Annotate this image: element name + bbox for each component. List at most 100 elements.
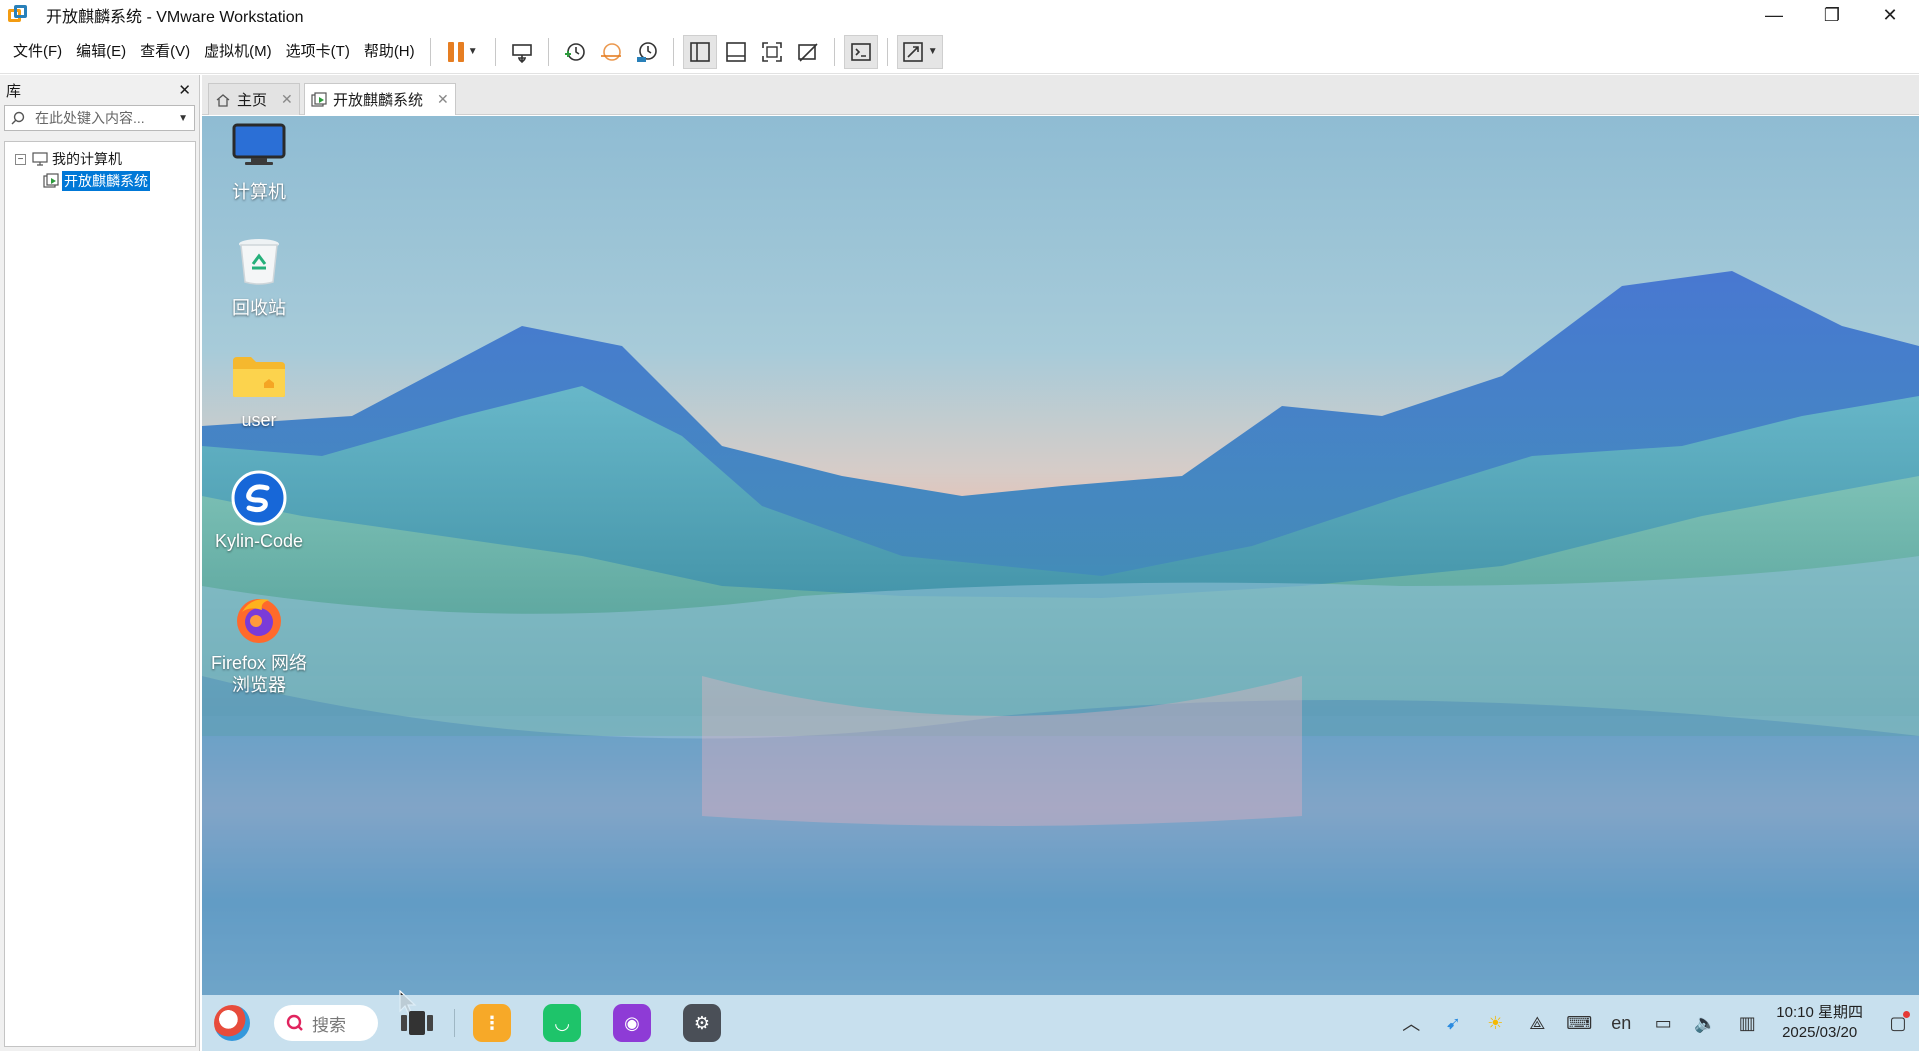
tab-close-button[interactable]: ✕ — [281, 91, 293, 108]
library-close-button[interactable]: ✕ — [178, 81, 191, 99]
revert-snapshot-icon — [600, 42, 621, 61]
taskbar-app-camera[interactable]: ◉ — [613, 1004, 651, 1042]
tab-label: 开放麒麟系统 — [333, 92, 424, 109]
chevron-down-icon: ▼ — [927, 46, 938, 57]
tab-home[interactable]: 主页 ✕ — [208, 83, 300, 115]
show-library-button[interactable] — [682, 34, 717, 69]
send-ctrl-alt-del-button[interactable] — [505, 35, 539, 69]
start-menu-button[interactable] — [214, 1005, 250, 1041]
toolbar-separator — [429, 37, 431, 66]
chevron-down-icon[interactable]: ▼ — [178, 113, 188, 124]
taskbar-app-settings[interactable]: ⚙ — [683, 1004, 721, 1042]
desktop-icon-firefox[interactable]: Firefox 网络浏览器 — [204, 590, 314, 696]
unity-mode-button[interactable] — [791, 35, 825, 69]
window-controls: — ❐ ✕ — [1745, 0, 1919, 30]
snapshot-manager-icon — [636, 41, 657, 62]
tab-strip: 主页 ✕ 开放麒麟系统 ✕ — [202, 75, 1919, 115]
tray-expand-icon[interactable]: ︿ — [1390, 1010, 1432, 1036]
desktop-icon-trash[interactable]: 回收站 — [204, 232, 314, 320]
system-tray: ︿ ➹ ☀ ⟁ ⌨ en ▭ 🔈 ▥ 10:10 星期四 2025/03/20 … — [1390, 995, 1919, 1051]
toolbar-separator — [547, 37, 549, 66]
file-manager-icon: ⋮ — [483, 1012, 501, 1033]
search-icon — [11, 111, 25, 125]
menu-help[interactable]: 帮助(H) — [357, 30, 422, 74]
console-view-button[interactable] — [843, 34, 878, 69]
taskbar-clock[interactable]: 10:10 星期四 2025/03/20 — [1776, 1003, 1863, 1043]
taskbar-app-file-manager[interactable]: ⋮ — [473, 1004, 511, 1042]
menu-file[interactable]: 文件(F) — [6, 30, 69, 74]
close-button[interactable]: ✕ — [1861, 0, 1919, 30]
menu-tabs[interactable]: 选项卡(T) — [279, 30, 357, 74]
stretch-guest-button[interactable]: ▼ — [896, 34, 943, 69]
thumbnail-layout-icon — [725, 41, 746, 62]
trash-icon — [228, 232, 290, 290]
title-bar: 开放麒麟系统 - VMware Workstation — ❐ ✕ — [0, 0, 1919, 30]
snapshot-icon — [564, 42, 585, 61]
folder-icon — [228, 348, 290, 406]
desktop-icon-computer[interactable]: 计算机 — [204, 116, 314, 204]
unity-icon — [797, 42, 818, 62]
tray-network-icon[interactable]: ▭ — [1642, 1013, 1684, 1034]
desktop-icon-user-folder[interactable]: user — [204, 348, 314, 431]
snapshot-button[interactable] — [558, 35, 592, 69]
taskbar-separator — [454, 1009, 455, 1037]
tree-item-my-computer[interactable]: − 我的计算机 — [5, 148, 195, 170]
kylin-code-icon — [228, 469, 290, 527]
library-search-input[interactable]: 在此处键入内容... — [35, 108, 174, 128]
menu-edit[interactable]: 编辑(E) — [69, 30, 133, 74]
tray-volume-icon[interactable]: 🔈 — [1684, 1013, 1726, 1034]
chevron-down-icon: ▼ — [467, 46, 478, 57]
tab-vm[interactable]: 开放麒麟系统 ✕ — [304, 83, 456, 115]
tree-expander[interactable]: − — [15, 153, 26, 165]
menu-vm[interactable]: 虚拟机(M) — [197, 30, 279, 74]
tray-control-panel-icon[interactable]: ▥ — [1726, 1013, 1768, 1034]
vm-screen[interactable]: 计算机 回收站 user Kylin-Code Firefox 网络浏览器 搜索 — [202, 116, 1919, 1051]
minimize-button[interactable]: — — [1745, 0, 1803, 30]
tray-keyboard-icon[interactable]: ⌨ — [1558, 1013, 1600, 1034]
clock-date: 2025/03/20 — [1782, 1024, 1858, 1041]
toolbar-separator — [833, 37, 835, 66]
store-bag-icon: ◡ — [555, 1012, 569, 1033]
home-icon — [216, 93, 230, 107]
tray-notification-icon[interactable]: ▢ — [1877, 1010, 1919, 1034]
tray-brightness-icon[interactable]: ☀ — [1474, 1013, 1516, 1034]
tree-item-vm[interactable]: 开放麒麟系统 — [5, 170, 195, 192]
full-screen-button[interactable] — [755, 35, 789, 69]
library-layout-icon — [689, 41, 710, 62]
desktop-icon-label: Kylin-Code — [214, 531, 304, 551]
library-panel: 库 ✕ 在此处键入内容... ▼ − 我的计算机 开放麒麟系统 — [0, 75, 200, 1051]
desktop-icon-kylin-code[interactable]: Kylin-Code — [204, 469, 314, 552]
console-icon — [850, 42, 871, 61]
multitask-view-button[interactable] — [398, 1004, 436, 1042]
computer-icon — [32, 152, 48, 166]
suspend-button[interactable]: ▼ — [440, 35, 486, 69]
taskbar-app-software-store[interactable]: ◡ — [543, 1004, 581, 1042]
revert-snapshot-button[interactable] — [594, 35, 628, 69]
search-icon — [286, 1014, 303, 1031]
toolbar-separator — [494, 37, 496, 66]
tray-input-method[interactable]: en — [1600, 1013, 1642, 1034]
library-search-box[interactable]: 在此处键入内容... ▼ — [4, 105, 195, 131]
menu-view[interactable]: 查看(V) — [133, 30, 197, 74]
clock-time: 10:10 星期四 — [1776, 1004, 1863, 1021]
taskbar-search[interactable]: 搜索 — [274, 1005, 378, 1041]
tab-label: 主页 — [237, 92, 268, 109]
settings-gear-icon: ⚙ — [693, 1012, 711, 1033]
keyboard-send-icon — [511, 43, 532, 63]
camera-icon: ◉ — [624, 1012, 640, 1033]
toolbar-separator — [672, 37, 674, 66]
snapshot-manager-button[interactable] — [630, 35, 664, 69]
full-screen-icon — [761, 41, 782, 62]
restore-button[interactable]: ❐ — [1803, 0, 1861, 30]
tree-item-label: 开放麒麟系统 — [62, 171, 150, 191]
desktop-icon-label: Firefox 网络浏览器 — [210, 653, 307, 695]
vm-running-icon — [311, 91, 327, 107]
tray-network-share-icon[interactable]: ⟁ — [1516, 1013, 1558, 1034]
vmware-logo-icon — [8, 5, 28, 25]
stretch-icon — [902, 41, 923, 62]
library-header: 库 ✕ — [0, 75, 199, 105]
tray-kylin-assistant-icon[interactable]: ➹ — [1432, 1013, 1474, 1034]
tab-close-button[interactable]: ✕ — [437, 91, 449, 108]
desktop-wallpaper — [202, 271, 1919, 1051]
show-thumbnail-bar-button[interactable] — [719, 35, 753, 69]
